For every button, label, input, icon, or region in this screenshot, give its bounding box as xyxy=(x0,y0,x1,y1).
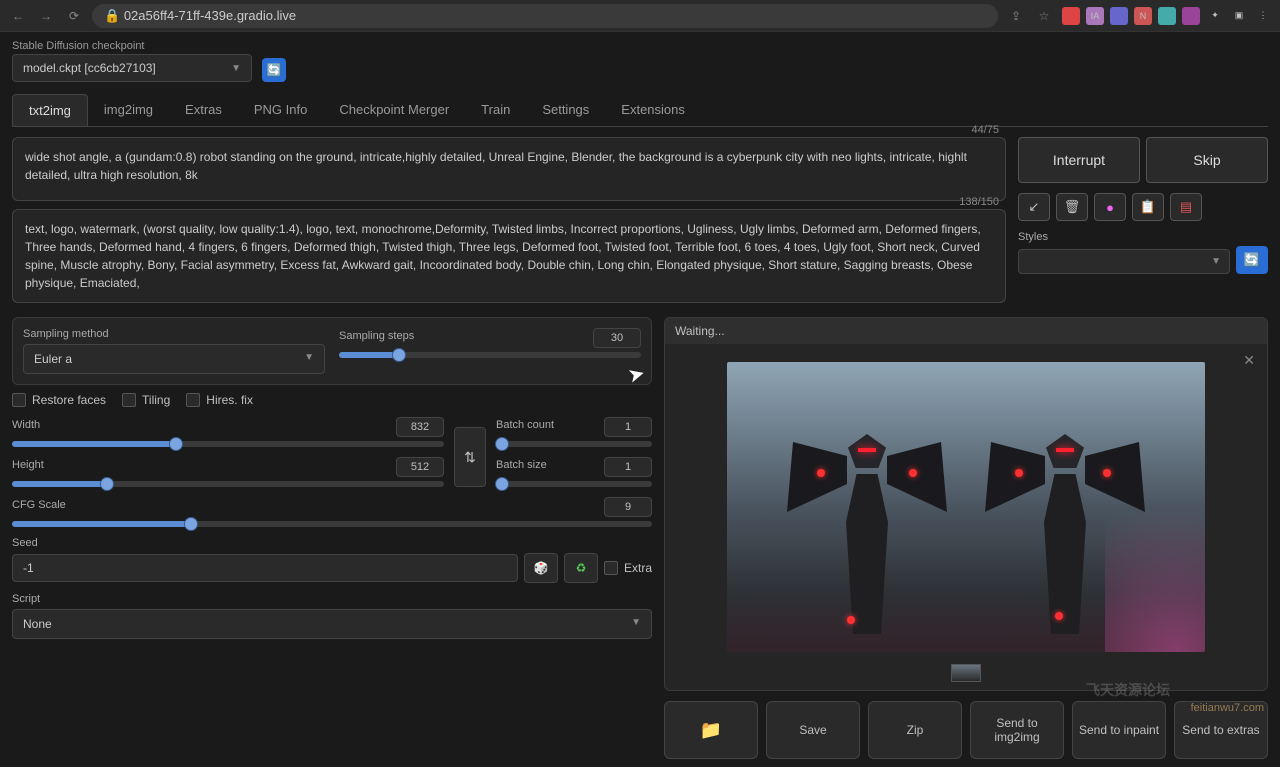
style-button-1[interactable]: ● xyxy=(1094,193,1126,221)
close-icon[interactable]: ✕ xyxy=(1243,352,1255,369)
watermark: feitianwu7.com xyxy=(1191,702,1264,714)
extension-icon[interactable]: N xyxy=(1134,7,1152,25)
negative-prompt-input[interactable]: 138/150 text, logo, watermark, (worst qu… xyxy=(12,209,1006,303)
prompt-token-count: 44/75 xyxy=(971,122,999,139)
sampling-steps-slider[interactable] xyxy=(339,352,641,358)
chevron-down-icon: ▼ xyxy=(304,352,314,366)
checkpoint-label: Stable Diffusion checkpoint xyxy=(12,40,252,52)
clipboard-button[interactable]: 📋 xyxy=(1132,193,1164,221)
cfg-slider[interactable] xyxy=(12,521,652,527)
prompt-input[interactable]: 44/75 wide shot angle, a (gundam:0.8) ro… xyxy=(12,137,1006,201)
batch-size-label: Batch size xyxy=(496,459,547,471)
preview-status: Waiting... xyxy=(665,318,1267,344)
seed-input[interactable]: -1 xyxy=(12,554,518,582)
extension-icon[interactable] xyxy=(1158,7,1176,25)
seed-label: Seed xyxy=(12,537,652,549)
script-label: Script xyxy=(12,593,652,605)
extension-icon[interactable] xyxy=(1182,7,1200,25)
style-button-2[interactable]: ▤ xyxy=(1170,193,1202,221)
apply-style-button[interactable]: 🔄 xyxy=(1236,246,1268,274)
width-value[interactable]: 832 xyxy=(396,417,444,437)
batch-count-label: Batch count xyxy=(496,419,554,431)
extra-seed-checkbox[interactable]: Extra xyxy=(604,561,652,575)
clear-button[interactable]: 🗑 xyxy=(1056,193,1088,221)
browser-toolbar: ← → ⟳ 🔒 02a56ff4-71ff-439e.gradio.live ⇪… xyxy=(0,0,1280,32)
batch-count-value[interactable]: 1 xyxy=(604,417,652,437)
swap-dimensions-button[interactable]: ⇅ xyxy=(454,427,486,487)
url-bar[interactable]: 🔒 02a56ff4-71ff-439e.gradio.live xyxy=(92,4,998,28)
cfg-label: CFG Scale xyxy=(12,499,66,511)
send-to-inpaint-button[interactable]: Send to inpaint xyxy=(1072,701,1166,759)
tab-train[interactable]: Train xyxy=(465,94,526,126)
width-slider[interactable] xyxy=(12,441,444,447)
sampling-steps-label: Sampling steps xyxy=(339,330,414,342)
panel-icon[interactable]: ▣ xyxy=(1230,7,1248,25)
tab-img2img[interactable]: img2img xyxy=(88,94,169,126)
negative-token-count: 138/150 xyxy=(959,194,999,211)
sampling-method-label: Sampling method xyxy=(23,328,325,340)
reuse-seed-button[interactable]: ♻ xyxy=(564,553,598,583)
interrupt-button[interactable]: Interrupt xyxy=(1018,137,1140,183)
sampling-method-select[interactable]: Euler a ▼ xyxy=(23,344,325,374)
chevron-down-icon: ▼ xyxy=(631,617,641,631)
save-button[interactable]: Save xyxy=(766,701,860,759)
arrow-button[interactable]: ↙ xyxy=(1018,193,1050,221)
script-select[interactable]: None ▼ xyxy=(12,609,652,639)
restore-faces-checkbox[interactable]: Restore faces xyxy=(12,393,106,407)
cfg-value[interactable]: 9 xyxy=(604,497,652,517)
refresh-checkpoint-button[interactable]: 🔄 xyxy=(262,58,286,82)
folder-icon: 📁 xyxy=(700,720,722,741)
tab-txt2img[interactable]: txt2img xyxy=(12,94,88,126)
forward-button[interactable]: → xyxy=(36,6,56,26)
tab-extras[interactable]: Extras xyxy=(169,94,238,126)
generated-image[interactable] xyxy=(727,362,1205,652)
thumbnail-image[interactable] xyxy=(951,664,981,682)
tab-extensions[interactable]: Extensions xyxy=(605,94,701,126)
send-to-img2img-button[interactable]: Send to img2img xyxy=(970,701,1064,759)
zip-button[interactable]: Zip xyxy=(868,701,962,759)
batch-size-slider[interactable] xyxy=(496,481,652,487)
open-folder-button[interactable]: 📁 xyxy=(664,701,758,759)
back-button[interactable]: ← xyxy=(8,6,28,26)
chevron-down-icon: ▼ xyxy=(231,63,241,74)
tab-checkpoint-merger[interactable]: Checkpoint Merger xyxy=(323,94,465,126)
height-label: Height xyxy=(12,459,44,471)
width-label: Width xyxy=(12,419,40,431)
extension-icon[interactable] xyxy=(1110,7,1128,25)
tab-settings[interactable]: Settings xyxy=(526,94,605,126)
height-slider[interactable] xyxy=(12,481,444,487)
bookmark-icon[interactable]: ☆ xyxy=(1034,6,1054,26)
styles-select[interactable]: ▼ xyxy=(1018,249,1230,274)
sampling-steps-value[interactable]: 30 xyxy=(593,328,641,348)
height-value[interactable]: 512 xyxy=(396,457,444,477)
skip-button[interactable]: Skip xyxy=(1146,137,1268,183)
random-seed-button[interactable]: 🎲 xyxy=(524,553,558,583)
extension-icon[interactable] xyxy=(1062,7,1080,25)
menu-icon[interactable]: ⋮ xyxy=(1254,7,1272,25)
tiling-checkbox[interactable]: Tiling xyxy=(122,393,170,407)
batch-count-slider[interactable] xyxy=(496,441,652,447)
checkpoint-select[interactable]: model.ckpt [cc6cb27103] ▼ xyxy=(12,54,252,82)
main-tabs: txt2img img2img Extras PNG Info Checkpoi… xyxy=(12,94,1268,127)
preview-panel: Waiting... ✕ xyxy=(664,317,1268,691)
reload-button[interactable]: ⟳ xyxy=(64,6,84,26)
tab-pnginfo[interactable]: PNG Info xyxy=(238,94,323,126)
extension-icon[interactable]: IA xyxy=(1086,7,1104,25)
batch-size-value[interactable]: 1 xyxy=(604,457,652,477)
chevron-down-icon: ▼ xyxy=(1211,256,1221,267)
extensions-menu-icon[interactable]: ✦ xyxy=(1206,7,1224,25)
styles-label: Styles xyxy=(1018,231,1230,243)
hires-fix-checkbox[interactable]: Hires. fix xyxy=(186,393,253,407)
watermark: 飞天资源论坛 xyxy=(1086,680,1170,700)
share-icon[interactable]: ⇪ xyxy=(1006,6,1026,26)
